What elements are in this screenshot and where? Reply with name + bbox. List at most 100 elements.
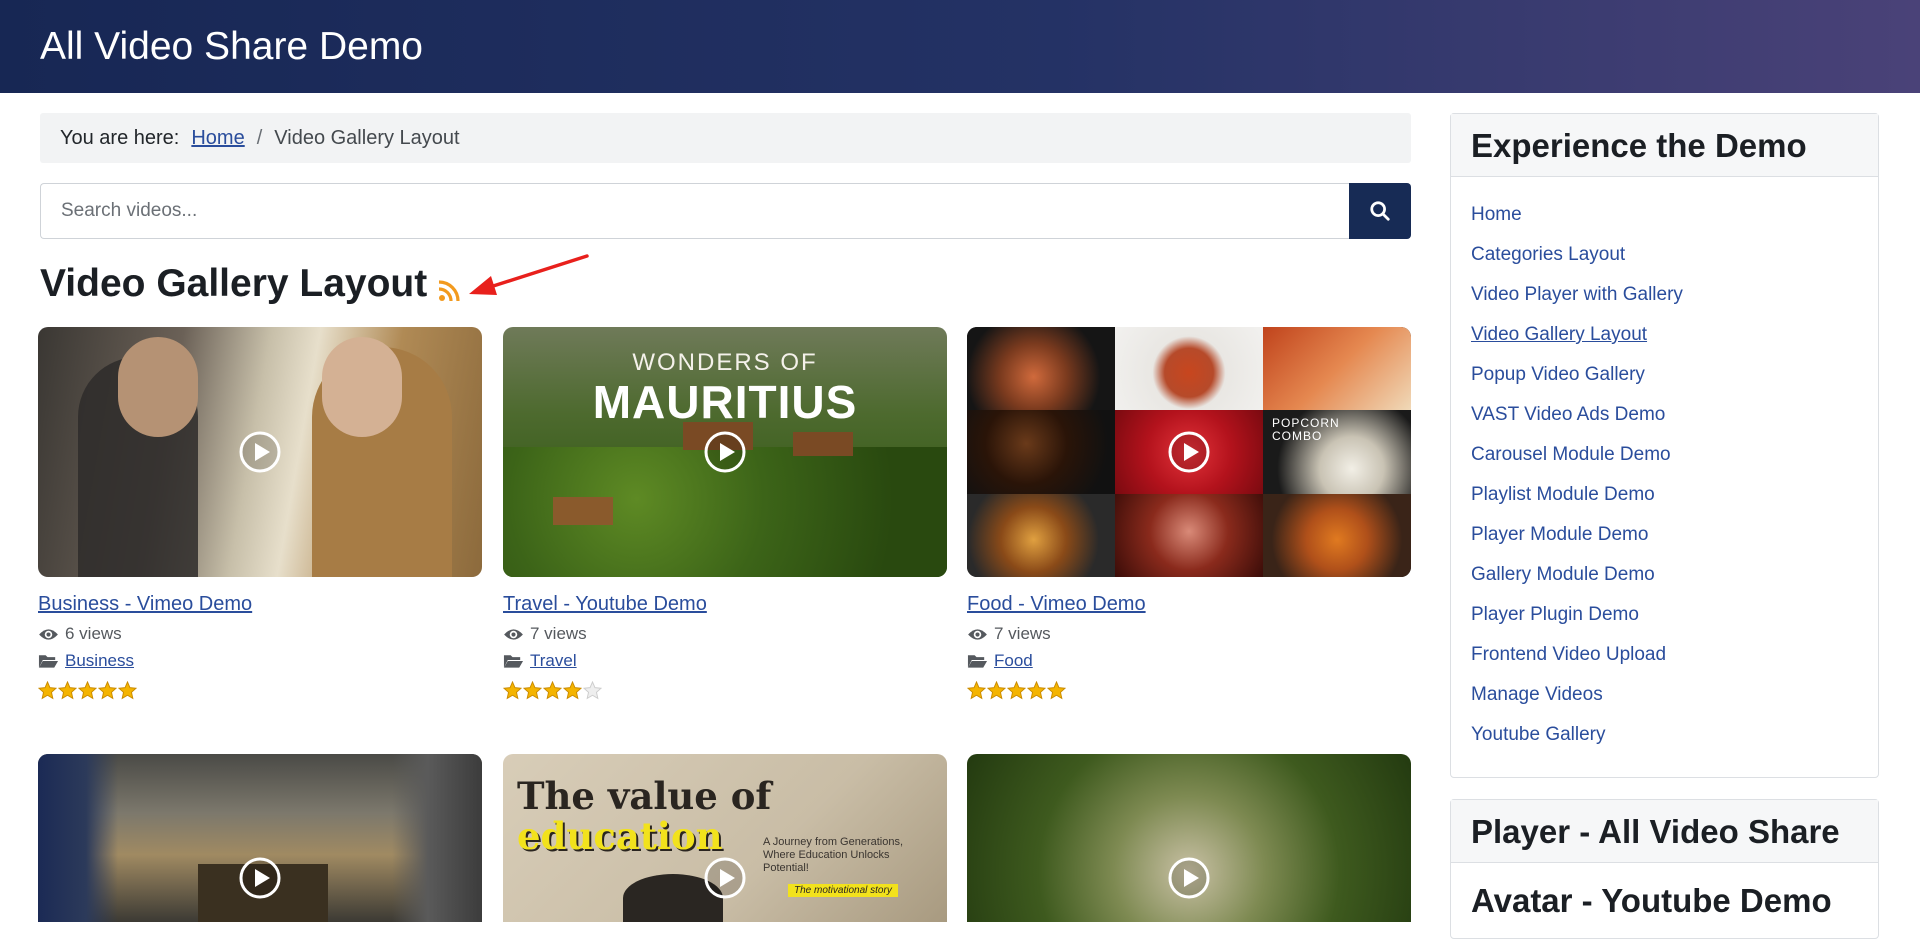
sidebar-link[interactable]: Player Module Demo bbox=[1471, 524, 1648, 545]
search-bar bbox=[40, 183, 1411, 239]
site-title[interactable]: All Video Share Demo bbox=[40, 23, 423, 71]
sidebar-item-carousel-module: Carousel Module Demo bbox=[1471, 435, 1858, 475]
sidebar-item-video-player-with-gallery: Video Player with Gallery bbox=[1471, 275, 1858, 315]
sidebar-link[interactable]: Youtube Gallery bbox=[1471, 724, 1606, 745]
sidebar-heading: Experience the Demo bbox=[1451, 114, 1878, 177]
star-filled-icon bbox=[1047, 681, 1066, 700]
sidebar-demo-menu: Experience the Demo Home Categories Layo… bbox=[1450, 113, 1879, 778]
category-link[interactable]: Travel bbox=[530, 651, 577, 671]
search-button[interactable] bbox=[1349, 183, 1411, 239]
folder-open-icon bbox=[503, 655, 524, 668]
sidebar-link[interactable]: VAST Video Ads Demo bbox=[1471, 404, 1665, 425]
rating-stars bbox=[38, 681, 482, 700]
sidebar-link[interactable]: Manage Videos bbox=[1471, 684, 1603, 705]
sidebar-link[interactable]: Carousel Module Demo bbox=[1471, 444, 1671, 465]
star-filled-icon bbox=[98, 681, 117, 700]
sidebar-link[interactable]: Playlist Module Demo bbox=[1471, 484, 1655, 505]
sidebar-item-video-gallery-layout: Video Gallery Layout bbox=[1471, 315, 1858, 355]
play-icon[interactable] bbox=[704, 857, 746, 899]
star-filled-icon bbox=[523, 681, 542, 700]
annotation-arrow-icon bbox=[469, 254, 589, 295]
sidebar-player-subheading: Avatar - Youtube Demo bbox=[1471, 882, 1832, 919]
star-filled-icon bbox=[563, 681, 582, 700]
video-card bbox=[38, 754, 482, 922]
breadcrumb-home-link[interactable]: Home bbox=[191, 127, 244, 150]
video-thumbnail[interactable] bbox=[38, 327, 482, 577]
sidebar-item-playlist-module: Playlist Module Demo bbox=[1471, 475, 1858, 515]
video-card: WONDERS OF MAURITIUS Travel - Youtube De… bbox=[503, 327, 947, 700]
rating-stars bbox=[503, 681, 947, 700]
sidebar-link[interactable]: Categories Layout bbox=[1471, 244, 1625, 265]
eye-icon bbox=[504, 628, 523, 640]
thumbnail-text: A Journey from Generations, Where Educat… bbox=[763, 836, 904, 874]
rating-stars bbox=[967, 681, 1411, 700]
sidebar-item-youtube-gallery: Youtube Gallery bbox=[1471, 715, 1858, 755]
folder-open-icon bbox=[967, 655, 988, 668]
sidebar-item-player-module: Player Module Demo bbox=[1471, 515, 1858, 555]
views-count: 6 views bbox=[65, 624, 122, 643]
sidebar-item-player-plugin: Player Plugin Demo bbox=[1471, 595, 1858, 635]
play-icon[interactable] bbox=[239, 431, 281, 473]
video-thumbnail[interactable] bbox=[38, 754, 482, 922]
play-icon[interactable] bbox=[1168, 857, 1210, 899]
eye-icon bbox=[968, 628, 987, 640]
site-header: All Video Share Demo bbox=[0, 0, 1920, 93]
video-title-link[interactable]: Business - Vimeo Demo bbox=[38, 591, 482, 617]
star-filled-icon bbox=[1007, 681, 1026, 700]
views-count: 7 views bbox=[994, 624, 1051, 643]
page-title: Video Gallery Layout bbox=[40, 262, 428, 305]
video-title-link[interactable]: Food - Vimeo Demo bbox=[967, 591, 1411, 617]
thumbnail-text: MAURITIUS bbox=[592, 376, 858, 428]
star-filled-icon bbox=[967, 681, 986, 700]
sidebar-player-heading: Player - All Video Share bbox=[1451, 800, 1878, 863]
video-views: 6 views bbox=[38, 624, 482, 644]
sidebar-item-frontend-video-upload: Frontend Video Upload bbox=[1471, 635, 1858, 675]
sidebar-link-active[interactable]: Video Gallery Layout bbox=[1471, 324, 1647, 345]
breadcrumb-separator: / bbox=[256, 126, 263, 149]
sidebar-link[interactable]: Frontend Video Upload bbox=[1471, 644, 1666, 665]
thumbnail-text: POPCORN COMBO bbox=[1272, 416, 1340, 443]
rss-icon[interactable] bbox=[438, 280, 460, 302]
play-icon[interactable] bbox=[1168, 431, 1210, 473]
category-link[interactable]: Business bbox=[65, 651, 134, 671]
video-views: 7 views bbox=[967, 624, 1411, 644]
star-filled-icon bbox=[38, 681, 57, 700]
video-category: Travel bbox=[503, 651, 947, 671]
sidebar-link[interactable]: Video Player with Gallery bbox=[1471, 284, 1683, 305]
breadcrumb-prefix: You are here: bbox=[60, 126, 180, 149]
star-filled-icon bbox=[543, 681, 562, 700]
video-views: 7 views bbox=[503, 624, 947, 644]
star-empty-icon bbox=[583, 681, 602, 700]
eye-icon bbox=[39, 628, 58, 640]
category-link[interactable]: Food bbox=[994, 651, 1033, 671]
sidebar-link[interactable]: Player Plugin Demo bbox=[1471, 604, 1639, 625]
star-filled-icon bbox=[58, 681, 77, 700]
sidebar-link[interactable]: Popup Video Gallery bbox=[1471, 364, 1645, 385]
video-thumbnail[interactable]: The value of education A Journey from Ge… bbox=[503, 754, 947, 922]
sidebar-link[interactable]: Home bbox=[1471, 204, 1522, 225]
thumbnail-text: WONDERS OF bbox=[632, 349, 818, 376]
star-filled-icon bbox=[1027, 681, 1046, 700]
sidebar-item-home: Home bbox=[1471, 195, 1858, 235]
video-thumbnail[interactable]: WONDERS OF MAURITIUS bbox=[503, 327, 947, 577]
play-icon[interactable] bbox=[704, 431, 746, 473]
sidebar-item-gallery-module: Gallery Module Demo bbox=[1471, 555, 1858, 595]
video-card: POPCORN COMBO Food - Vimeo Demo 7 views … bbox=[967, 327, 1411, 700]
folder-open-icon bbox=[38, 655, 59, 668]
breadcrumb-current: Video Gallery Layout bbox=[274, 126, 460, 149]
search-icon bbox=[1370, 201, 1390, 221]
star-filled-icon bbox=[987, 681, 1006, 700]
video-category: Business bbox=[38, 651, 482, 671]
search-input[interactable] bbox=[40, 183, 1349, 239]
video-category: Food bbox=[967, 651, 1411, 671]
breadcrumb: You are here: Home / Video Gallery Layou… bbox=[40, 113, 1411, 163]
video-card: The value of education A Journey from Ge… bbox=[503, 754, 947, 922]
video-title-link[interactable]: Travel - Youtube Demo bbox=[503, 591, 947, 617]
sidebar-item-categories-layout: Categories Layout bbox=[1471, 235, 1858, 275]
play-icon[interactable] bbox=[239, 857, 281, 899]
video-thumbnail[interactable] bbox=[967, 754, 1411, 922]
views-count: 7 views bbox=[530, 624, 587, 643]
sidebar-link[interactable]: Gallery Module Demo bbox=[1471, 564, 1655, 585]
video-thumbnail[interactable]: POPCORN COMBO bbox=[967, 327, 1411, 577]
page-title-row: Video Gallery Layout bbox=[40, 258, 460, 310]
